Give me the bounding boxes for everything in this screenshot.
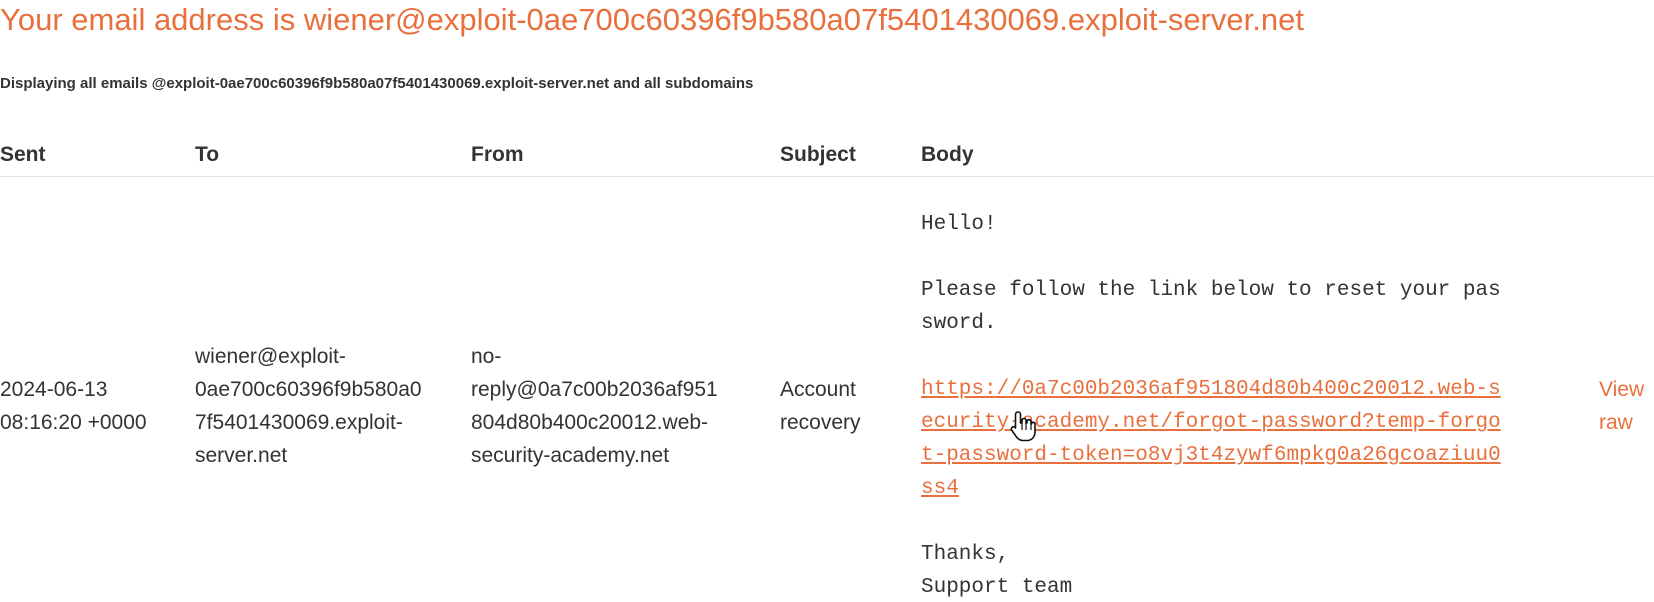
to-line: 7f5401430069.exploit- xyxy=(195,411,403,434)
column-header-to: To xyxy=(195,143,220,166)
header-divider xyxy=(0,176,1654,177)
body-instruction-line: sword. xyxy=(921,312,997,335)
view-raw-link[interactable]: View raw xyxy=(1599,373,1644,439)
body-blank-line xyxy=(921,340,1571,373)
column-header-sent: Sent xyxy=(0,143,46,166)
email-client-page: Your email address is wiener@exploit-0ae… xyxy=(0,0,1654,602)
reset-link-line: t-password-token=o8vj3t4zywf6mpkg0a26gco… xyxy=(921,444,1501,467)
subject-cell: Account recovery xyxy=(780,373,861,439)
column-header-body: Body xyxy=(921,143,974,166)
sent-date: 2024-06-13 xyxy=(0,378,108,401)
email-address-title: Your email address is wiener@exploit-0ae… xyxy=(0,2,1304,37)
body-blank-line xyxy=(921,241,1571,274)
from-line: 804d80b400c20012.web- xyxy=(471,411,709,434)
body-instruction-line: Please follow the link below to reset yo… xyxy=(921,279,1501,302)
from-cell: no- reply@0a7c00b2036af951 804d80b400c20… xyxy=(471,340,718,472)
body-cell: Hello! Please follow the link below to r… xyxy=(921,208,1571,602)
column-header-subject: Subject xyxy=(780,143,856,166)
to-line: server.net xyxy=(195,444,288,467)
to-line: wiener@exploit- xyxy=(195,345,346,368)
to-line: 0ae700c60396f9b580a0 xyxy=(195,378,422,401)
from-line: reply@0a7c00b2036af951 xyxy=(471,378,718,401)
body-signoff-line: Support team xyxy=(921,576,1073,599)
view-raw-label: View xyxy=(1599,378,1645,401)
sent-cell: 2024-06-13 08:16:20 +0000 xyxy=(0,373,147,439)
view-raw-label: raw xyxy=(1599,411,1633,434)
body-signoff-line: Thanks, xyxy=(921,543,1010,566)
body-blank-line xyxy=(921,505,1571,538)
display-filter-note: Displaying all emails @exploit-0ae700c60… xyxy=(0,75,754,92)
hand-pointer-cursor-icon xyxy=(1010,411,1036,442)
reset-link-line: ss4 xyxy=(921,477,959,500)
column-header-from: From xyxy=(471,143,524,166)
to-cell: wiener@exploit- 0ae700c60396f9b580a0 7f5… xyxy=(195,340,422,472)
subject-line: Account xyxy=(780,378,856,401)
sent-time: 08:16:20 +0000 xyxy=(0,411,147,434)
reset-link-line: https://0a7c00b2036af951804d80b400c20012… xyxy=(921,378,1501,401)
from-line: no- xyxy=(471,345,502,368)
body-greeting: Hello! xyxy=(921,213,997,236)
subject-line: recovery xyxy=(780,411,861,434)
from-line: security-academy.net xyxy=(471,444,670,467)
